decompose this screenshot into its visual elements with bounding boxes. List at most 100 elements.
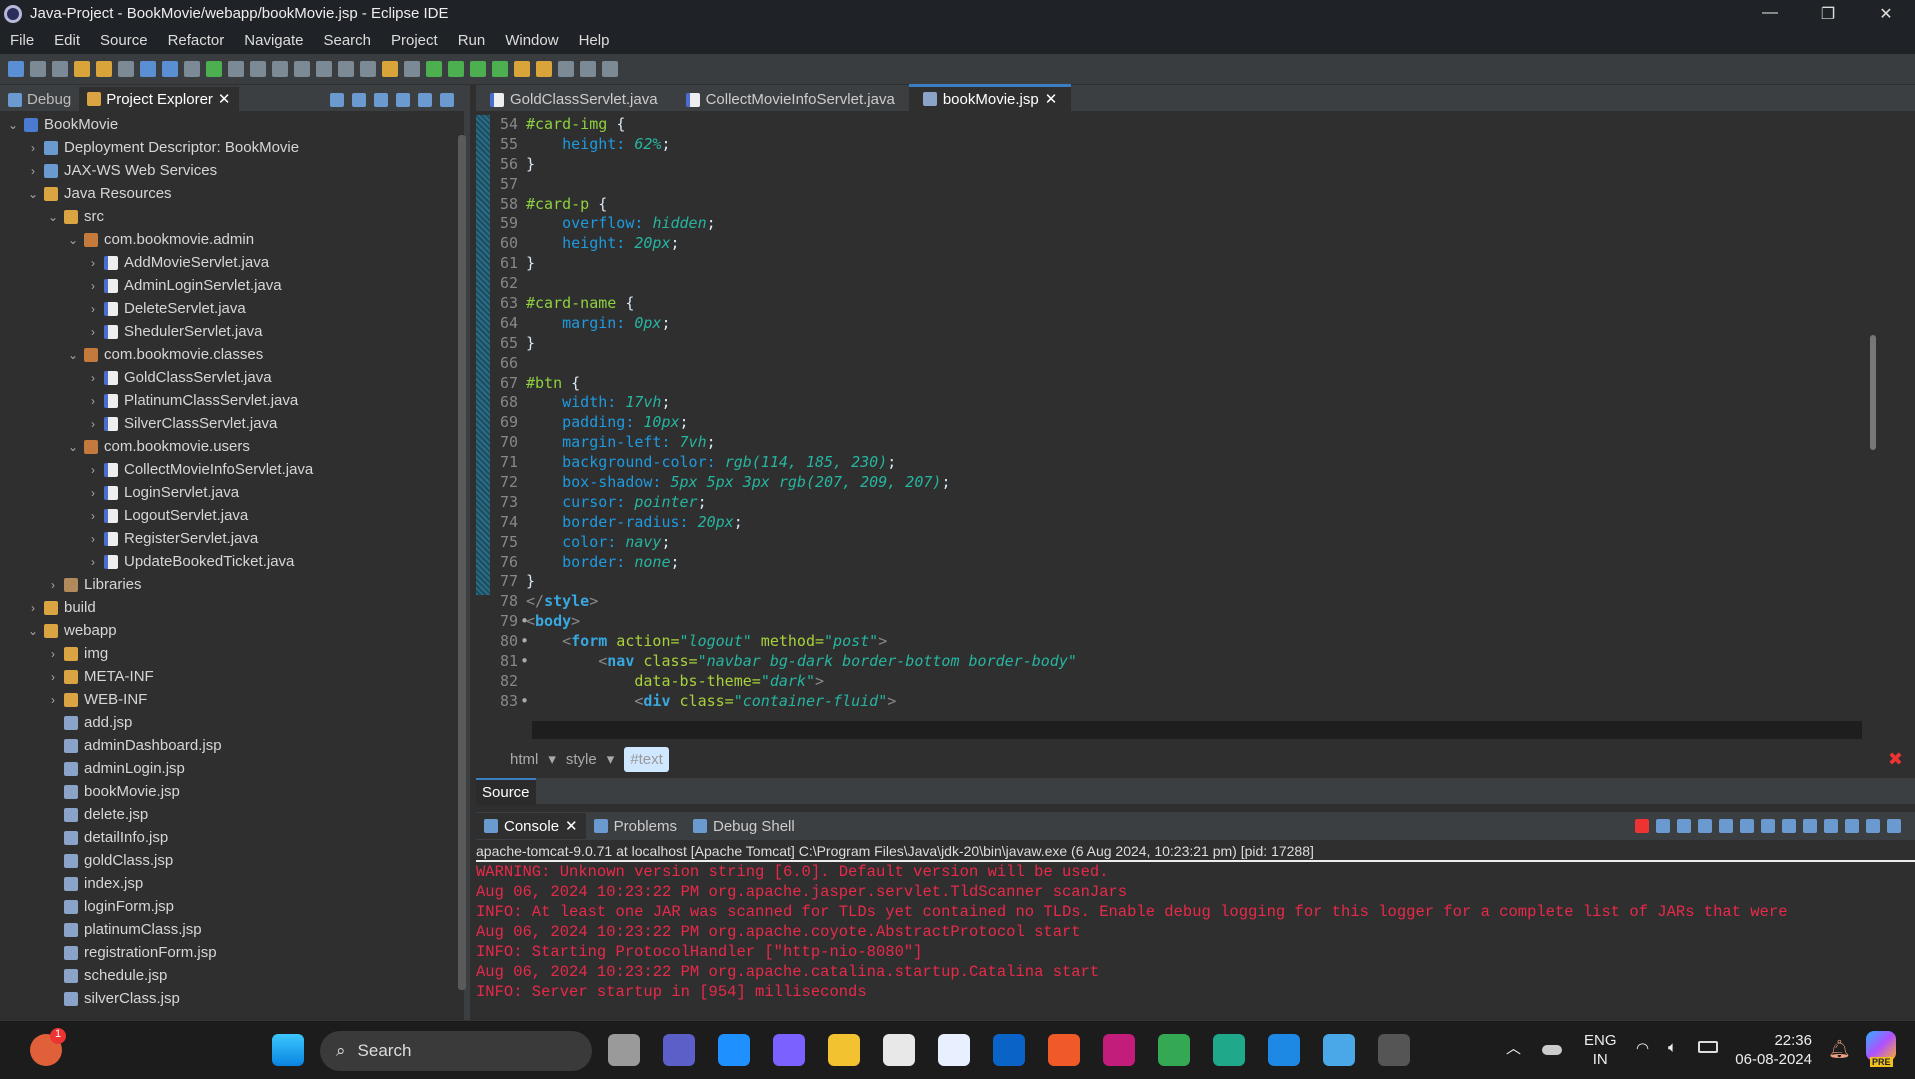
- chevron-up-icon[interactable]: ︿: [1506, 1037, 1521, 1058]
- toolbar-button-icon[interactable]: [426, 61, 442, 77]
- tree-item[interactable]: › LoginServlet.java: [0, 481, 464, 504]
- remove-launch-icon[interactable]: [1656, 819, 1670, 833]
- tree-item[interactable]: › SilverClassServlet.java: [0, 412, 464, 435]
- chevron-right-icon[interactable]: ›: [46, 578, 60, 592]
- scroll-lock-icon[interactable]: [1719, 819, 1733, 833]
- tree-item[interactable]: › AdminLoginServlet.java: [0, 274, 464, 297]
- tree-item[interactable]: silverClass.jsp: [0, 987, 464, 1010]
- chevron-right-icon[interactable]: ›: [86, 394, 100, 408]
- chevron-right-icon[interactable]: ›: [86, 486, 100, 500]
- link-editor-icon[interactable]: [352, 93, 366, 107]
- chevron-down-icon[interactable]: ⌄: [66, 440, 80, 454]
- tree-item[interactable]: ⌄ com.bookmovie.users: [0, 435, 464, 458]
- chevron-right-icon[interactable]: ›: [46, 647, 60, 661]
- tree-item[interactable]: › img: [0, 642, 464, 665]
- chevron-right-icon[interactable]: ›: [86, 256, 100, 270]
- toolbar-button-icon[interactable]: [118, 61, 134, 77]
- toolbar-button-icon[interactable]: [492, 61, 508, 77]
- chevron-right-icon[interactable]: ›: [26, 601, 40, 615]
- tab-debug[interactable]: Debug: [0, 88, 79, 111]
- toolbar-button-icon[interactable]: [162, 61, 178, 77]
- toolbar-button-icon[interactable]: [404, 61, 420, 77]
- tree-item[interactable]: › GoldClassServlet.java: [0, 366, 464, 389]
- open-console-icon[interactable]: [1845, 819, 1859, 833]
- volume-icon[interactable]: 🔈︎: [1668, 1039, 1677, 1056]
- start-button-windows-icon[interactable]: [272, 1034, 304, 1066]
- menu-navigate[interactable]: Navigate: [234, 32, 313, 49]
- toolbar-button-icon[interactable]: [206, 61, 222, 77]
- tab-project-explorer[interactable]: Project Explorer ✕: [79, 87, 239, 111]
- console-output[interactable]: WARNING: Unknown version string [6.0]. D…: [476, 862, 1915, 1002]
- file-explorer-icon[interactable]: [828, 1034, 860, 1066]
- filter-icon[interactable]: [374, 93, 388, 107]
- tree-item[interactable]: › JAX-WS Web Services: [0, 159, 464, 182]
- chrome-icon[interactable]: [1158, 1034, 1190, 1066]
- tab-debug-shell[interactable]: Debug Shell: [685, 814, 803, 839]
- copilot-icon[interactable]: [773, 1034, 805, 1066]
- chevron-down-icon[interactable]: ⌄: [26, 624, 40, 638]
- toolbar-button-icon[interactable]: [228, 61, 244, 77]
- toolbar-button-icon[interactable]: [536, 61, 552, 77]
- toolbar-button-icon[interactable]: [602, 61, 618, 77]
- tree-item[interactable]: › META-INF: [0, 665, 464, 688]
- chevron-down-icon[interactable]: ⌄: [26, 187, 40, 201]
- tree-item[interactable]: › ShedulerServlet.java: [0, 320, 464, 343]
- chevron-right-icon[interactable]: ›: [46, 670, 60, 684]
- tab-console[interactable]: Console ✕: [476, 813, 586, 839]
- onedrive-cloud-icon[interactable]: [1542, 1045, 1562, 1055]
- editor-tab[interactable]: bookMovie.jsp ✕: [908, 84, 1072, 111]
- editor-tab[interactable]: CollectMovieInfoServlet.java: [672, 88, 909, 111]
- tree-item[interactable]: › Libraries: [0, 573, 464, 596]
- menu-help[interactable]: Help: [569, 32, 620, 49]
- photos-icon[interactable]: [1323, 1034, 1355, 1066]
- breadcrumb-text[interactable]: #text: [624, 746, 669, 772]
- toolbar-button-icon[interactable]: [184, 61, 200, 77]
- tree-item[interactable]: ⌄ com.bookmovie.classes: [0, 343, 464, 366]
- get-help-icon[interactable]: [718, 1034, 750, 1066]
- tree-item[interactable]: › CollectMovieInfoServlet.java: [0, 458, 464, 481]
- chevron-right-icon[interactable]: ›: [26, 141, 40, 155]
- error-close-icon[interactable]: ✖: [1888, 749, 1903, 770]
- toolbar-button-icon[interactable]: [30, 61, 46, 77]
- clock[interactable]: 22:36 06-08-2024: [1732, 1031, 1812, 1069]
- toolbar-button-icon[interactable]: [74, 61, 90, 77]
- tab-problems[interactable]: Problems: [586, 814, 685, 839]
- minimize-icon[interactable]: [418, 93, 432, 107]
- chevron-right-icon[interactable]: ›: [86, 463, 100, 477]
- close-button[interactable]: ✕: [1857, 4, 1915, 24]
- chevron-right-icon[interactable]: ›: [26, 164, 40, 178]
- restore-button[interactable]: ❐: [1799, 4, 1857, 24]
- code-editor[interactable]: 54 #card-img {55 height: 62%; 56} 57 58 #card…: [476, 115, 1876, 715]
- brave-icon[interactable]: [1048, 1034, 1080, 1066]
- tree-item[interactable]: › DeleteServlet.java: [0, 297, 464, 320]
- chevron-right-icon[interactable]: ›: [86, 509, 100, 523]
- chevron-right-icon[interactable]: ›: [86, 325, 100, 339]
- toolbar-button-icon[interactable]: [448, 61, 464, 77]
- tree-item[interactable]: › UpdateBookedTicket.java: [0, 550, 464, 573]
- notification-bell-icon[interactable]: 🔔︎: [1828, 1039, 1851, 1060]
- intellij-idea-icon[interactable]: [1103, 1034, 1135, 1066]
- toolbar-button-icon[interactable]: [514, 61, 530, 77]
- tree-item[interactable]: delete.jsp: [0, 803, 464, 826]
- tree-item[interactable]: loginForm.jsp: [0, 895, 464, 918]
- menu-refactor[interactable]: Refactor: [158, 32, 235, 49]
- vscode-icon[interactable]: [1268, 1034, 1300, 1066]
- toolbar-button-icon[interactable]: [338, 61, 354, 77]
- menu-project[interactable]: Project: [381, 32, 448, 49]
- close-icon[interactable]: ✕: [1045, 90, 1058, 108]
- chevron-right-icon[interactable]: ›: [86, 417, 100, 431]
- tree-item[interactable]: registrationForm.jsp: [0, 941, 464, 964]
- tree-item[interactable]: goldClass.jsp: [0, 849, 464, 872]
- tree-item[interactable]: › LogoutServlet.java: [0, 504, 464, 527]
- chevron-down-icon[interactable]: ▾: [548, 750, 556, 768]
- view-menu-icon[interactable]: [396, 93, 410, 107]
- minimize-button[interactable]: —: [1741, 4, 1799, 24]
- toolbar-button-icon[interactable]: [250, 61, 266, 77]
- tree-item[interactable]: add.jsp: [0, 711, 464, 734]
- tree-item[interactable]: bookMovie.jsp: [0, 780, 464, 803]
- chevron-down-icon[interactable]: ⌄: [66, 233, 80, 247]
- menu-edit[interactable]: Edit: [44, 32, 90, 49]
- maximize-icon[interactable]: [1887, 819, 1901, 833]
- menu-source[interactable]: Source: [90, 32, 158, 49]
- tree-item[interactable]: › AddMovieServlet.java: [0, 251, 464, 274]
